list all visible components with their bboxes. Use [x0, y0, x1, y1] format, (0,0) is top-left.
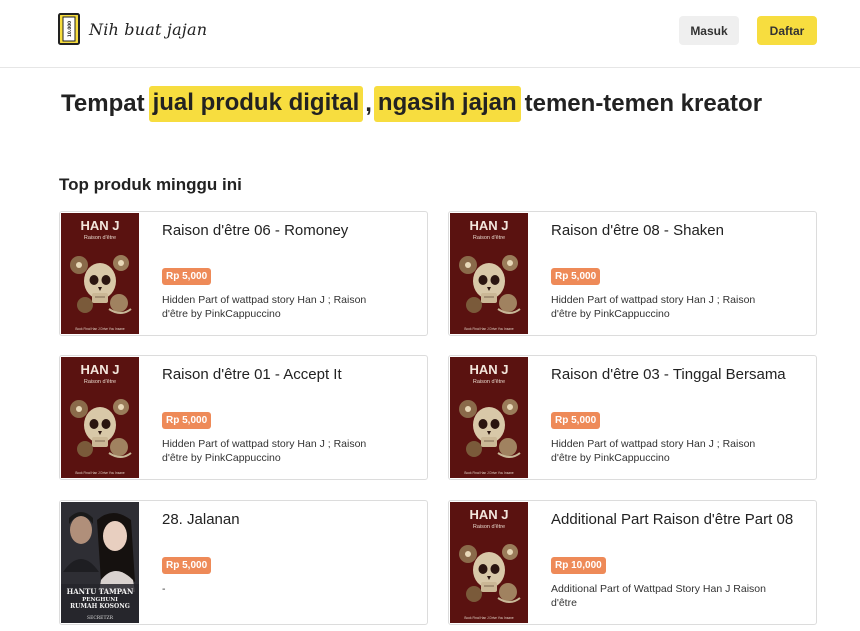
product-card[interactable]: HAN J Raison d'être Book Final Han J Drive… [448, 500, 817, 625]
product-cover-image: HAN J Raison d'être Book Final Han J Drive… [450, 502, 528, 623]
product-description: Hidden Part of wattpad story Han J ; Rai… [551, 294, 756, 320]
cover-footer-text: Book Final Han J Drive You Insane [75, 327, 124, 331]
product-title[interactable]: Raison d'être 03 - Tinggal Bersama [551, 366, 786, 383]
login-button[interactable]: Masuk [679, 16, 739, 45]
product-card[interactable]: HAN J Raison d'être Book Final Han J Drive… [448, 355, 817, 480]
cover-footer-text: Book Final Han J Drive You Insane [464, 471, 513, 475]
top-navbar: 10.000 Nih buat jajan Masuk Daftar [0, 0, 860, 68]
product-title[interactable]: Additional Part Raison d'être Part 08 [551, 511, 793, 528]
product-cover-image: HAN J Raison d'être Book Final Han J Drive… [61, 213, 139, 334]
cover-title-text: HAN J [80, 362, 119, 377]
product-description: Hidden Part of wattpad story Han J ; Rai… [162, 438, 367, 464]
hero-text-end: temen-temen kreator [524, 90, 763, 117]
product-title[interactable]: 28. Jalanan [162, 511, 240, 528]
cover-title-line3: RUMAH KOSONG [70, 603, 130, 610]
product-card[interactable]: HAN J Raison d'être Book Final Han J Drive… [59, 211, 428, 336]
product-card[interactable]: HAN J Raison d'être Book Final Han J Drive… [59, 355, 428, 480]
price-badge: Rp 10,000 [551, 557, 606, 574]
product-card[interactable]: HANTU TAMPAN PENGHUNI RUMAH KOSONG SECRETZR… [59, 500, 428, 625]
cover-title-text: HAN J [469, 507, 508, 522]
brand-name: Nih buat jajan [89, 19, 208, 39]
price-badge: Rp 5,000 [162, 412, 212, 429]
cover-footer-text: Book Final Han J Drive You Insane [75, 471, 124, 475]
brand-logo[interactable]: 10.000 Nih buat jajan [58, 13, 207, 45]
product-card[interactable]: HAN J Raison d'être Book Final Han J Drive… [448, 211, 817, 336]
cover-subtitle-text: Raison d'être [84, 235, 116, 241]
section-title: Top produk minggu ini [59, 175, 242, 194]
product-description: Hidden Part of wattpad story Han J ; Rai… [551, 438, 756, 464]
product-cover-image: HAN J Raison d'être Book Final Han J Drive… [61, 357, 139, 478]
cover-title-text: HAN J [80, 218, 119, 233]
hero-comma: , [365, 90, 372, 117]
logo-badge-text: 10.000 [67, 21, 72, 37]
register-button[interactable]: Daftar [757, 16, 817, 45]
cover-author-text: SECRETZR [87, 615, 114, 621]
product-title[interactable]: Raison d'être 06 - Romoney [162, 222, 348, 239]
product-cover-image: HANTU TAMPAN PENGHUNI RUMAH KOSONG SECRETZR [61, 502, 139, 623]
cover-subtitle-text: Raison d'être [473, 524, 505, 530]
price-badge: Rp 5,000 [162, 268, 212, 285]
cover-subtitle-text: Raison d'être [84, 379, 116, 385]
price-badge: Rp 5,000 [162, 557, 212, 574]
product-description: - [162, 583, 166, 595]
hero-highlight-tip: ngasih jajan [373, 86, 521, 122]
hero-headline: Tempat jual produk digital , ngasih jaja… [59, 86, 764, 122]
cover-title-text: HAN J [469, 218, 508, 233]
cover-subtitle-text: Raison d'être [473, 235, 505, 241]
price-badge: Rp 5,000 [551, 268, 601, 285]
cover-subtitle-text: Raison d'être [473, 379, 505, 385]
product-title[interactable]: Raison d'être 01 - Accept It [162, 366, 342, 383]
product-description: Additional Part of Wattpad Story Han J R… [551, 583, 766, 609]
cover-title-text: HAN J [469, 362, 508, 377]
banknote-logo-icon: 10.000 [58, 13, 80, 45]
cover-footer-text: Book Final Han J Drive You Insane [464, 616, 513, 620]
cover-title-line1: HANTU TAMPAN [67, 587, 134, 596]
hero-text-start: Tempat [61, 90, 145, 117]
price-badge: Rp 5,000 [551, 412, 601, 429]
product-description: Hidden Part of wattpad story Han J ; Rai… [162, 294, 367, 320]
hero-highlight-sell: jual produk digital [148, 86, 364, 122]
cover-footer-text: Book Final Han J Drive You Insane [464, 327, 513, 331]
product-cover-image: HAN J Raison d'être Book Final Han J Drive… [450, 357, 528, 478]
product-title[interactable]: Raison d'être 08 - Shaken [551, 222, 724, 239]
product-cover-image: HAN J Raison d'être Book Final Han J Drive… [450, 213, 528, 334]
